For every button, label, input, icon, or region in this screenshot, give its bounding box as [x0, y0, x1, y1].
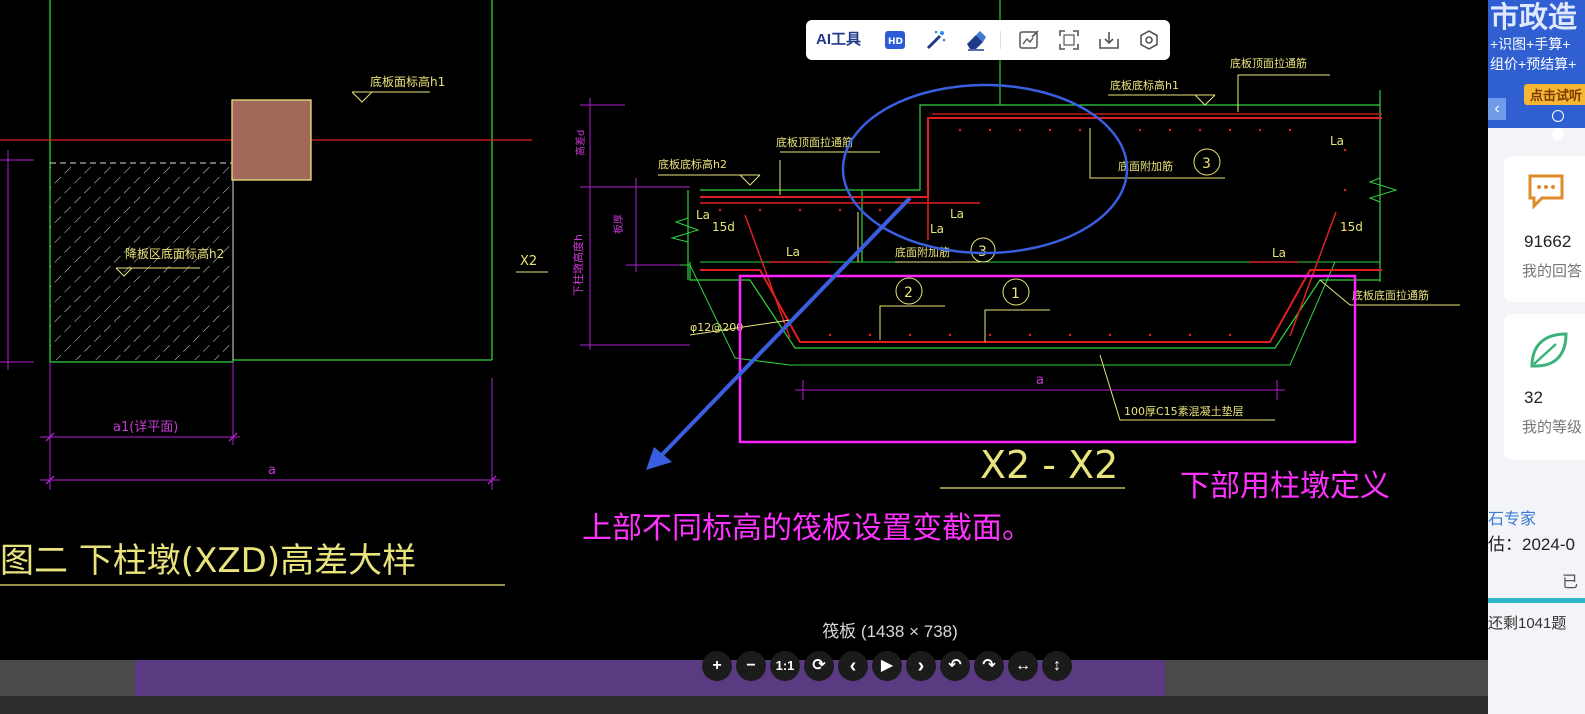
label-la-2: La	[786, 245, 800, 259]
flip-vertical-button[interactable]: ↕	[1042, 651, 1072, 681]
label-slab-h: 板厚	[612, 214, 625, 234]
chat-bubble-icon	[1528, 174, 1564, 210]
remaining-questions: 还剩1041题	[1488, 615, 1567, 632]
right-side-panel: 市政造 +识图+手算+ 组价+预结算+ 点击试听 ‹ 91662 我的回答 32…	[1488, 0, 1585, 714]
label-bottom-through: 底板底面拉通筋	[1352, 288, 1429, 302]
answers-count: 91662	[1524, 232, 1572, 251]
eraser-icon	[967, 31, 986, 51]
label-la-1: La	[696, 208, 710, 222]
download-icon	[1099, 32, 1119, 49]
cad-drawing-image: 底板面标高h1 降板区底面标高h2 a1(详平面) a 图二 下柱墩(XZD)高…	[0, 0, 1488, 660]
hd-icon: HD	[885, 31, 905, 49]
label-la-5: La	[1272, 246, 1286, 260]
date-text: 估：2024-0	[1488, 535, 1575, 554]
rebar-dots	[718, 128, 1347, 337]
next-button[interactable]: ›	[906, 651, 936, 681]
level-label: 我的等级	[1522, 419, 1583, 436]
ai-tools-label: AI工具	[816, 31, 862, 48]
label-a1: a1(详平面)	[113, 420, 178, 435]
hd-enhance-button[interactable]: HD	[884, 29, 906, 51]
carousel-dot[interactable]	[1552, 110, 1564, 122]
actual-size-button[interactable]: 1:1	[770, 651, 800, 681]
magic-wand-button[interactable]	[924, 29, 946, 51]
redo-button[interactable]: ↷	[974, 651, 1004, 681]
settings-button[interactable]	[1138, 29, 1160, 51]
carousel-dots	[1552, 109, 1585, 145]
trial-button[interactable]: 点击试听	[1524, 84, 1585, 105]
section-title: X2 - X2	[980, 443, 1118, 487]
label-top-rebar: 底板顶面拉通筋	[776, 135, 853, 149]
blue-circle-annotation	[841, 83, 1129, 255]
label-pier-h: 下柱墩高度h	[571, 234, 585, 296]
section-detail: 高差d 板厚 下柱墩高度h 底板顶面拉通筋 底板底标高h2 底板底标高h1 底板…	[571, 0, 1460, 489]
marker-1: 1	[1011, 286, 1020, 302]
zoom-out-button[interactable]: −	[736, 651, 766, 681]
magic-wand-icon	[926, 30, 946, 50]
label-15d-left: 15d	[712, 220, 735, 234]
label-a-section: a	[1036, 373, 1044, 388]
flip-horizontal-button[interactable]: ↔	[1008, 651, 1038, 681]
left-detail-title: 图二 下柱墩(XZD)高差大样	[0, 541, 416, 581]
marker-3-top: 3	[1202, 156, 1211, 172]
gear-icon	[1140, 30, 1158, 50]
my-level-card[interactable]: 32 我的等级	[1504, 314, 1585, 460]
level-value: 32	[1524, 388, 1543, 407]
image-toolbar: AI工具 HD	[806, 20, 1170, 60]
image-caption: 筏板 (1438 × 738)	[822, 622, 958, 641]
play-button[interactable]: ▶	[872, 651, 902, 681]
ai-tools-button[interactable]: AI工具	[816, 29, 861, 51]
left-detail: 底板面标高h1 降板区底面标高h2 a1(详平面) a 图二 下柱墩(XZD)高…	[0, 0, 548, 586]
rotate-button[interactable]: ⟳	[804, 651, 834, 681]
banner-line-1: +识图+手算+	[1490, 36, 1571, 52]
my-answers-card[interactable]: 91662 我的回答	[1504, 156, 1585, 302]
cad-drawing-svg: 底板面标高h1 降板区底面标高h2 a1(详平面) a 图二 下柱墩(XZD)高…	[0, 0, 1460, 586]
label-cushion: 100厚C15素混凝土垫层	[1124, 404, 1244, 418]
label-bottom-h2: 底板底标高h2	[658, 157, 727, 171]
edit-image-button[interactable]	[1018, 29, 1040, 51]
zoom-in-button[interactable]: +	[702, 651, 732, 681]
eraser-button[interactable]	[964, 29, 986, 51]
label-x2-marker: X2	[520, 254, 537, 269]
label-bottom-h1: 底板底标高h1	[1110, 78, 1179, 92]
download-button[interactable]	[1098, 29, 1120, 51]
undo-button[interactable]: ↶	[940, 651, 970, 681]
label-pier-bottom-h2: 降板区底面标高h2	[125, 246, 224, 261]
label-phi: φ12@200	[690, 321, 743, 334]
label-la-6: La	[1330, 134, 1344, 148]
label-h-d: 高差d	[574, 130, 587, 156]
carousel-dot-active[interactable]	[1552, 128, 1564, 140]
expert-link[interactable]: 石专家	[1488, 505, 1536, 529]
previous-button[interactable]: ‹	[838, 651, 868, 681]
bottom-bar	[0, 696, 1585, 714]
toolbar-divider	[1000, 31, 1001, 49]
label-top-through: 底板顶面拉通筋	[1230, 56, 1307, 70]
annotation-right: 下部用柱墩定义	[1180, 469, 1390, 504]
hd-text: HD	[888, 37, 903, 47]
crop-icon	[1059, 30, 1079, 50]
label-15d-right: 15d	[1340, 220, 1363, 234]
banner-prev-button[interactable]: ‹	[1488, 98, 1506, 120]
marker-2: 2	[904, 285, 913, 301]
leaf-icon	[1530, 332, 1568, 368]
label-la-3: La	[950, 207, 964, 221]
label-slab-top-h1: 底板面标高h1	[370, 74, 445, 89]
edit-image-icon	[1019, 30, 1039, 49]
label-a-left: a	[268, 463, 276, 478]
progress-bar	[1488, 598, 1585, 603]
banner-line-2: 组价+预结算+	[1490, 56, 1577, 72]
answers-label: 我的回答	[1522, 263, 1583, 280]
crop-button[interactable]	[1058, 29, 1080, 51]
label-la-4: La	[930, 222, 944, 236]
label-bottom-add-2: 底面附加筋	[895, 245, 950, 259]
annotation-center: 上部不同标高的筏板设置变截面。	[582, 511, 1032, 546]
done-text: 已	[1562, 574, 1579, 591]
banner-title: 市政造	[1490, 2, 1578, 34]
